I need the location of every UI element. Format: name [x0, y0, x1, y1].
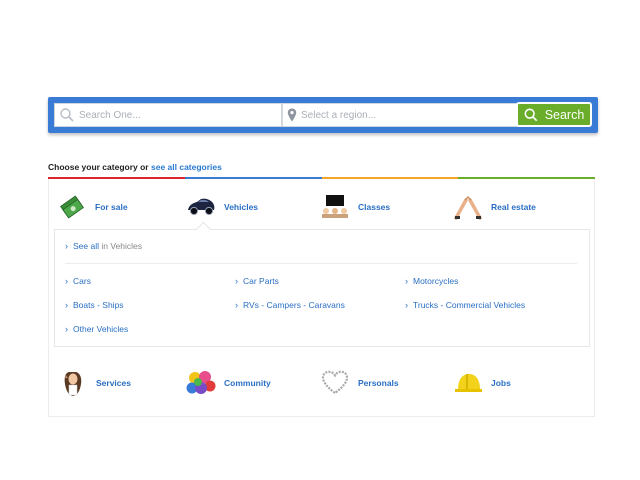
- category-real-estate[interactable]: Real estate: [453, 193, 536, 221]
- subcategory-trucks-commercial-vehicles[interactable]: › Trucks - Commercial Vehicles: [405, 300, 525, 310]
- subcategory-motorcycles[interactable]: › Motorcycles: [405, 276, 458, 286]
- chevron-right-icon: ›: [405, 300, 408, 310]
- house-hands-icon: [453, 193, 483, 221]
- category-vehicles-label: Vehicles: [224, 202, 259, 212]
- search-input[interactable]: [79, 109, 281, 121]
- search-button[interactable]: Search: [516, 102, 592, 127]
- category-classes[interactable]: Classes: [320, 193, 390, 221]
- category-personals[interactable]: Personals: [320, 369, 399, 397]
- subcategory-label: Motorcycles: [413, 276, 459, 286]
- category-vehicles[interactable]: Vehicles: [186, 193, 258, 221]
- chevron-right-icon: ›: [235, 300, 238, 310]
- category-for-sale-label: For sale: [95, 202, 128, 212]
- chevron-right-icon: ›: [235, 276, 238, 286]
- search-button-label: Search: [544, 107, 585, 122]
- category-classes-label: Classes: [358, 202, 391, 212]
- category-community-label: Community: [224, 378, 271, 388]
- subcategory-divider: [65, 263, 577, 264]
- category-services-label: Services: [96, 378, 131, 388]
- heart-icon: [320, 369, 350, 397]
- subcategory-label: Car Parts: [243, 276, 279, 286]
- subcategory-rvs-campers-caravans[interactable]: › RVs - Campers - Caravans: [235, 300, 345, 310]
- subcategory-label: Boats - Ships: [73, 300, 124, 310]
- category-services[interactable]: Services: [58, 369, 131, 397]
- subcategory-label: Other Vehicles: [73, 324, 129, 334]
- chevron-right-icon: ›: [65, 324, 68, 334]
- see-all-vehicles-link[interactable]: › See all in Vehicles: [65, 241, 142, 251]
- person-icon: [58, 369, 88, 397]
- subcategory-label: Cars: [73, 276, 91, 286]
- region-input[interactable]: [301, 109, 529, 121]
- subcategory-label: RVs - Campers - Caravans: [243, 300, 345, 310]
- balloons-icon: [186, 369, 216, 397]
- search-field[interactable]: [54, 103, 282, 127]
- search-bar: Search: [48, 97, 598, 133]
- search-icon: [524, 108, 537, 121]
- money-icon: [57, 193, 87, 221]
- search-icon: [60, 108, 74, 122]
- category-community[interactable]: Community: [186, 369, 271, 397]
- chevron-right-icon: ›: [65, 300, 68, 310]
- subcategory-label: Trucks - Commercial Vehicles: [413, 300, 526, 310]
- car-icon: [186, 193, 216, 221]
- chevron-right-icon: ›: [65, 241, 68, 251]
- chevron-right-icon: ›: [405, 276, 408, 286]
- category-jobs[interactable]: Jobs: [453, 369, 511, 397]
- subcategory-cars[interactable]: › Cars: [65, 276, 91, 286]
- subcategory-car-parts[interactable]: › Car Parts: [235, 276, 279, 286]
- category-for-sale[interactable]: For sale: [57, 193, 128, 221]
- category-prompt-text: Choose your category or: [48, 162, 149, 172]
- category-personals-label: Personals: [358, 378, 399, 388]
- category-jobs-label: Jobs: [491, 378, 511, 388]
- see-all-label: See all: [73, 241, 99, 251]
- classroom-icon: [320, 193, 350, 221]
- see-all-categories-link[interactable]: see all categories: [151, 162, 222, 172]
- subcategory-other-vehicles[interactable]: › Other Vehicles: [65, 324, 128, 334]
- category-prompt: Choose your category or see all categori…: [48, 162, 222, 172]
- see-all-suffix: in Vehicles: [101, 241, 143, 251]
- chevron-right-icon: ›: [65, 276, 68, 286]
- location-pin-icon: [287, 108, 297, 122]
- region-field[interactable]: [282, 103, 530, 127]
- hard-hat-icon: [453, 369, 483, 397]
- subcategory-boats-ships[interactable]: › Boats - Ships: [65, 300, 124, 310]
- category-real-estate-label: Real estate: [491, 202, 536, 212]
